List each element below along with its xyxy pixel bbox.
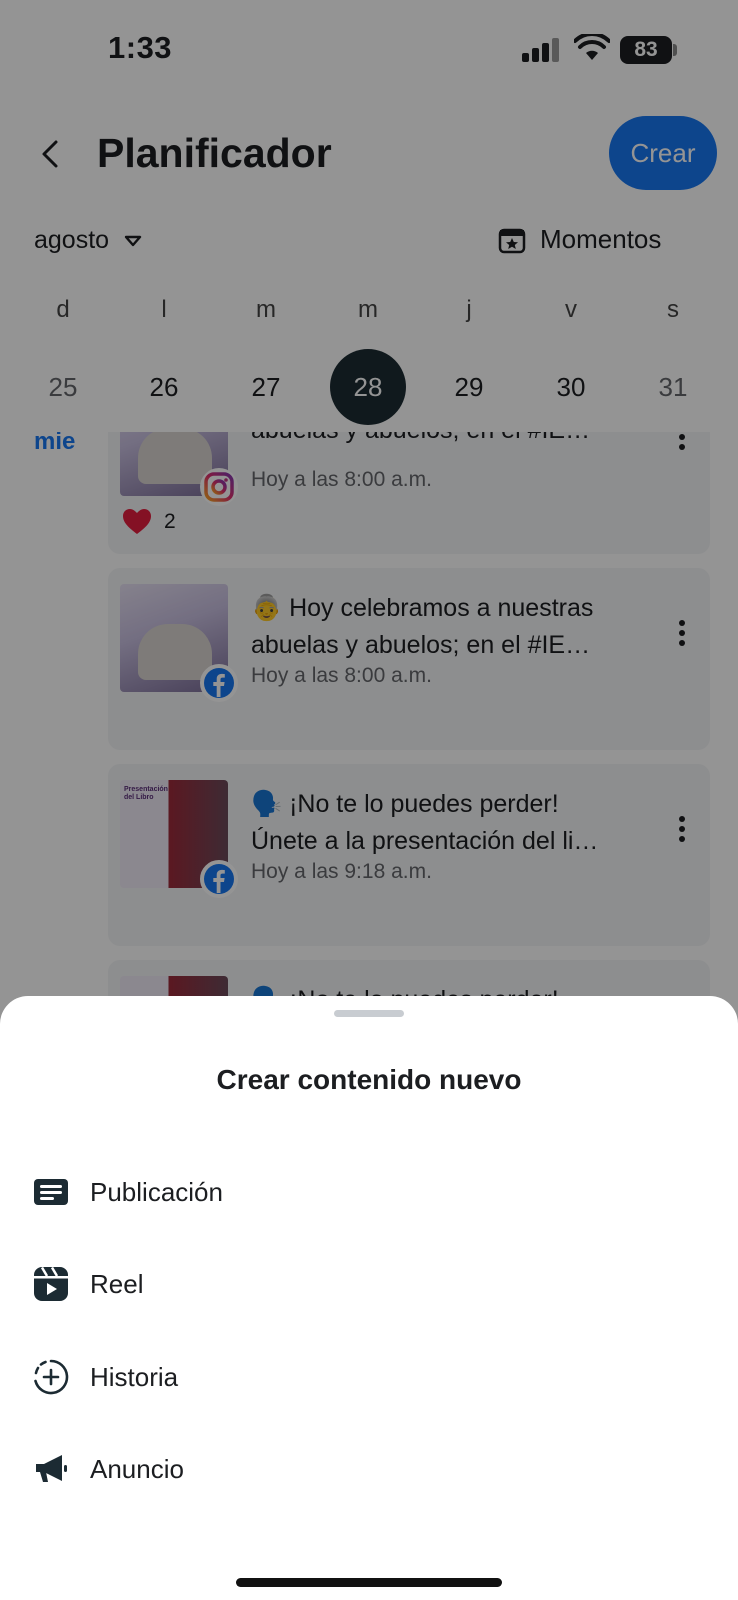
menu-item-label: Publicación: [90, 1176, 223, 1207]
menu-item-ad[interactable]: Anuncio: [0, 1429, 738, 1509]
home-indicator: [236, 1578, 502, 1587]
create-content-sheet: Crear contenido nuevo Publicación Reel H…: [0, 996, 738, 1600]
menu-item-label: Reel: [90, 1268, 144, 1299]
reel-icon: [34, 1266, 68, 1301]
menu-item-label: Historia: [90, 1361, 179, 1392]
menu-item-post[interactable]: Publicación: [0, 1152, 738, 1232]
sheet-title: Crear contenido nuevo: [216, 1064, 522, 1095]
menu-item-reel[interactable]: Reel: [0, 1244, 738, 1324]
post-icon: [34, 1179, 68, 1205]
menu-item-story[interactable]: Historia: [0, 1337, 738, 1417]
drag-handle[interactable]: [334, 1010, 404, 1017]
planner-screen: 1:33 83 Planificador Crear agosto Moment…: [0, 0, 738, 1600]
megaphone-icon: [36, 1455, 67, 1482]
story-icon: [34, 1359, 69, 1395]
menu-item-label: Anuncio: [90, 1453, 184, 1484]
